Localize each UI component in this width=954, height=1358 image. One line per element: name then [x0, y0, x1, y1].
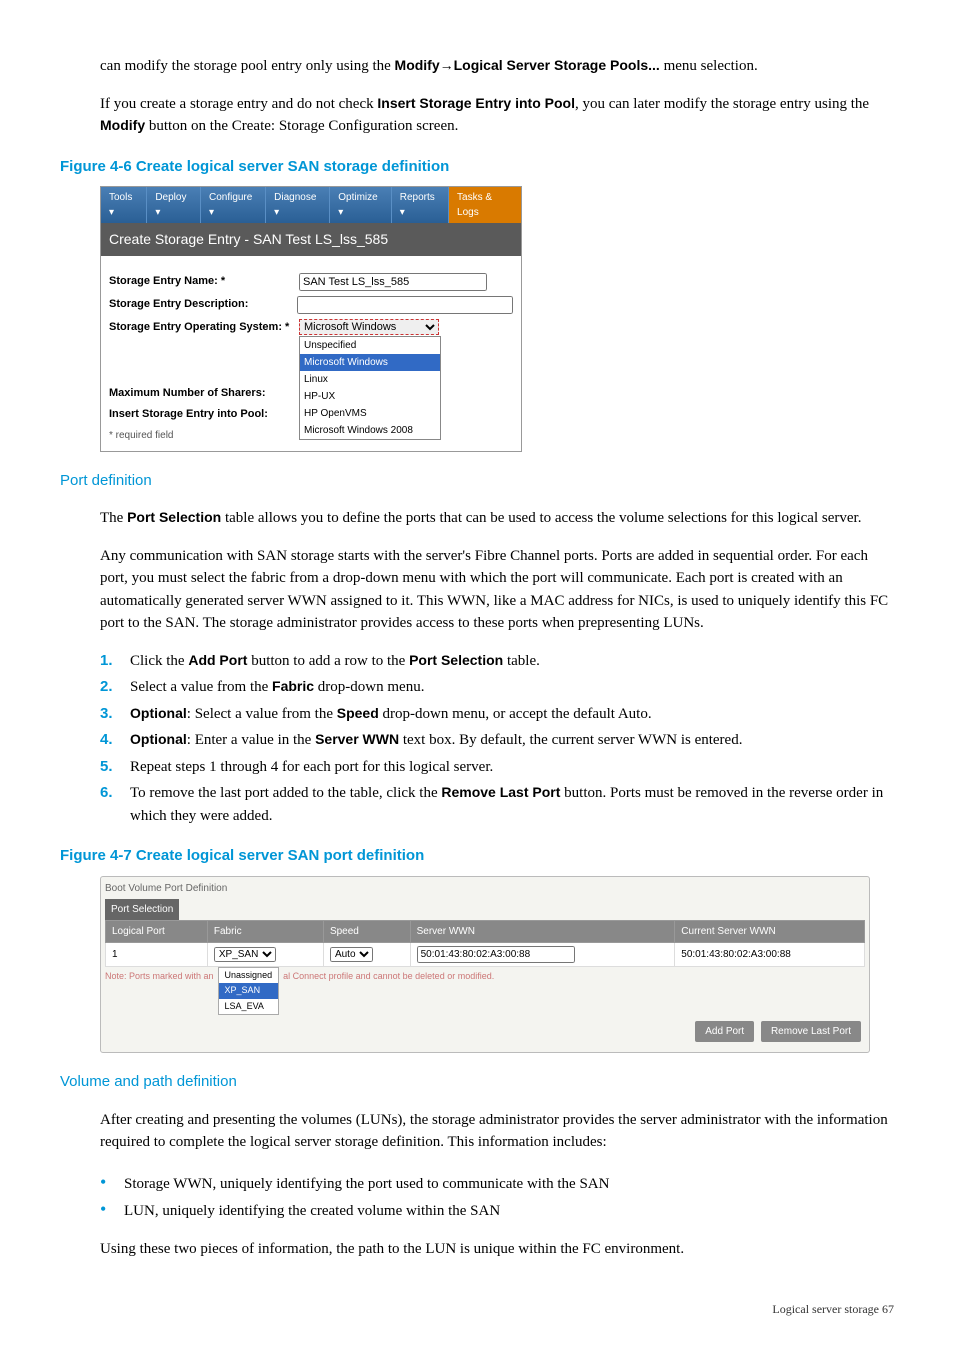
fabric-option[interactable]: LSA_EVA: [219, 999, 279, 1015]
menu-tasks-logs[interactable]: Tasks & Logs: [449, 187, 521, 223]
remove-last-port-button[interactable]: Remove Last Port: [761, 1021, 861, 1042]
toolbar: Tools ▾ Deploy ▾ Configure ▾ Diagnose ▾ …: [101, 187, 521, 223]
cell-current-wwn: 50:01:43:80:02:A3:00:88: [675, 942, 865, 966]
os-option[interactable]: Microsoft Windows 2008: [300, 422, 440, 439]
menu-reports[interactable]: Reports ▾: [392, 187, 449, 223]
menu-deploy[interactable]: Deploy ▾: [147, 187, 201, 223]
bold-text: Insert Storage Entry into Pool: [377, 95, 575, 111]
col-current-wwn: Current Server WWN: [675, 920, 865, 942]
step-text: To remove the last port added to the tab…: [130, 782, 894, 827]
steps-list: 1.Click the Add Port button to add a row…: [100, 650, 894, 828]
col-server-wwn: Server WWN: [410, 920, 675, 942]
intro-p1: can modify the storage pool entry only u…: [100, 55, 894, 78]
wwn-input[interactable]: [417, 946, 575, 963]
figure-4-6-caption: Figure 4-6 Create logical server SAN sto…: [60, 156, 894, 179]
table-row: 1 XP_SAN Auto 50:01:43:80:02:A3:00:88: [106, 942, 865, 966]
col-logical-port: Logical Port: [106, 920, 208, 942]
step-num: 4.: [100, 729, 130, 752]
step-text: Repeat steps 1 through 4 for each port f…: [130, 756, 493, 779]
step-num: 6.: [100, 782, 130, 827]
figure-4-6-screenshot: Tools ▾ Deploy ▾ Configure ▾ Diagnose ▾ …: [100, 186, 522, 452]
bold-text: Port Selection: [127, 509, 221, 525]
text: button on the Create: Storage Configurat…: [145, 118, 458, 134]
vol-p2: Using these two pieces of information, t…: [100, 1238, 894, 1261]
step-text: Select a value from the Fabric drop-down…: [130, 676, 424, 699]
os-option[interactable]: Linux: [300, 371, 440, 388]
port-p1: The Port Selection table allows you to d…: [100, 507, 894, 530]
step-text: Optional: Select a value from the Speed …: [130, 703, 652, 726]
port-selection-tab[interactable]: Port Selection: [105, 899, 179, 920]
note-text-b: al Connect profile and cannot be deleted…: [283, 967, 494, 1016]
port-definition-heading: Port definition: [60, 470, 894, 493]
bold-text: Modify→Logical Server Storage Pools...: [395, 57, 660, 73]
intro-p2: If you create a storage entry and do not…: [100, 93, 894, 138]
menu-optimize[interactable]: Optimize ▾: [330, 187, 391, 223]
insert-label: Insert Storage Entry into Pool:: [109, 406, 299, 423]
step-num: 5.: [100, 756, 130, 779]
step-text: Click the Add Port button to add a row t…: [130, 650, 540, 673]
figure-4-7-screenshot: Boot Volume Port Definition Port Selecti…: [100, 876, 870, 1054]
step-num: 3.: [100, 703, 130, 726]
list-item: Storage WWN, uniquely identifying the po…: [100, 1169, 894, 1196]
bullets-list: Storage WWN, uniquely identifying the po…: [100, 1169, 894, 1223]
menu-configure[interactable]: Configure ▾: [201, 187, 266, 223]
figure-4-7-caption: Figure 4-7 Create logical server SAN por…: [60, 845, 894, 868]
step-text: Optional: Enter a value in the Server WW…: [130, 729, 742, 752]
fieldset-legend: Boot Volume Port Definition: [105, 881, 865, 896]
step-num: 2.: [100, 676, 130, 699]
os-option-selected[interactable]: Microsoft Windows: [300, 354, 440, 371]
os-option[interactable]: HP-UX: [300, 388, 440, 405]
text: , you can later modify the storage entry…: [575, 96, 869, 112]
fabric-option-selected[interactable]: XP_SAN: [219, 983, 279, 999]
fabric-select[interactable]: XP_SAN: [214, 947, 276, 962]
text: menu selection.: [660, 58, 758, 74]
col-fabric: Fabric: [207, 920, 323, 942]
bold-text: Modify: [100, 117, 145, 133]
cell-port: 1: [106, 942, 208, 966]
fabric-option[interactable]: Unassigned: [219, 968, 279, 984]
os-option[interactable]: Unspecified: [300, 337, 440, 354]
os-dropdown-list: Unspecified Microsoft Windows Linux HP-U…: [299, 336, 441, 440]
menu-diagnose[interactable]: Diagnose ▾: [266, 187, 330, 223]
menu-tools[interactable]: Tools ▾: [101, 187, 147, 223]
text: If you create a storage entry and do not…: [100, 96, 377, 112]
os-label: Storage Entry Operating System: *: [109, 319, 299, 336]
desc-input[interactable]: [297, 296, 513, 314]
port-p2: Any communication with SAN storage start…: [100, 545, 894, 635]
os-option[interactable]: HP OpenVMS: [300, 405, 440, 422]
text: table allows you to define the ports tha…: [221, 510, 861, 526]
volume-definition-heading: Volume and path definition: [60, 1071, 894, 1094]
vol-p1: After creating and presenting the volume…: [100, 1109, 894, 1154]
name-label: Storage Entry Name: *: [109, 273, 299, 290]
window-title: Create Storage Entry - SAN Test LS_lss_5…: [101, 223, 521, 256]
col-speed: Speed: [323, 920, 410, 942]
note-text: Note: Ports marked with an: [105, 967, 214, 1016]
page-footer: Logical server storage 67: [60, 1300, 894, 1318]
speed-select[interactable]: Auto: [330, 947, 373, 962]
os-select[interactable]: Microsoft Windows: [299, 319, 439, 335]
text: The: [100, 510, 127, 526]
desc-label: Storage Entry Description:: [109, 296, 297, 313]
text: can modify the storage pool entry only u…: [100, 58, 395, 74]
list-item: LUN, uniquely identifying the created vo…: [100, 1196, 894, 1223]
fabric-dropdown-list: Unassigned XP_SAN LSA_EVA: [218, 967, 280, 1016]
sharers-label: Maximum Number of Sharers:: [109, 385, 299, 402]
port-table: Logical Port Fabric Speed Server WWN Cur…: [105, 920, 865, 967]
name-input[interactable]: [299, 273, 487, 291]
step-num: 1.: [100, 650, 130, 673]
add-port-button[interactable]: Add Port: [695, 1021, 754, 1042]
